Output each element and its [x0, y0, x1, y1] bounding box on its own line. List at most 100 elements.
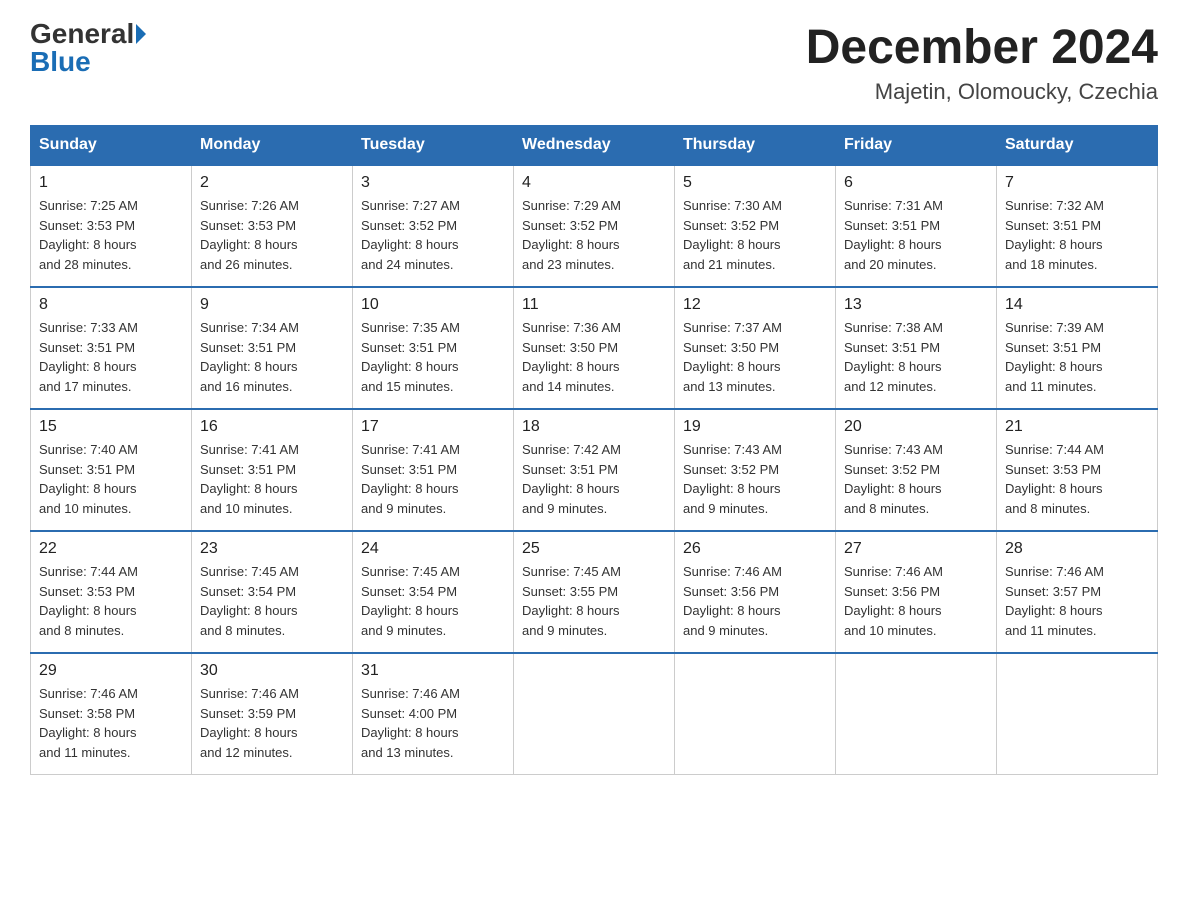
calendar-header-thursday: Thursday — [675, 126, 836, 166]
calendar-header-saturday: Saturday — [997, 126, 1158, 166]
calendar-header-friday: Friday — [836, 126, 997, 166]
day-number: 16 — [200, 418, 344, 436]
calendar-cell: 9 Sunrise: 7:34 AM Sunset: 3:51 PM Daylig… — [192, 287, 353, 409]
calendar-cell — [997, 653, 1158, 775]
calendar-header-tuesday: Tuesday — [353, 126, 514, 166]
day-info: Sunrise: 7:43 AM Sunset: 3:52 PM Dayligh… — [683, 440, 827, 518]
calendar-cell: 19 Sunrise: 7:43 AM Sunset: 3:52 PM Dayli… — [675, 409, 836, 531]
day-number: 25 — [522, 540, 666, 558]
calendar-header-row: SundayMondayTuesdayWednesdayThursdayFrid… — [31, 126, 1158, 166]
day-info: Sunrise: 7:41 AM Sunset: 3:51 PM Dayligh… — [200, 440, 344, 518]
day-number: 10 — [361, 296, 505, 314]
day-number: 14 — [1005, 296, 1149, 314]
day-number: 1 — [39, 174, 183, 192]
title-block: December 2024 Majetin, Olomoucky, Czechi… — [806, 20, 1158, 105]
day-info: Sunrise: 7:46 AM Sunset: 3:56 PM Dayligh… — [844, 562, 988, 640]
day-number: 27 — [844, 540, 988, 558]
day-info: Sunrise: 7:36 AM Sunset: 3:50 PM Dayligh… — [522, 318, 666, 396]
logo-blue-text: Blue — [30, 48, 91, 76]
day-info: Sunrise: 7:46 AM Sunset: 3:57 PM Dayligh… — [1005, 562, 1149, 640]
day-number: 6 — [844, 174, 988, 192]
calendar-header-wednesday: Wednesday — [514, 126, 675, 166]
calendar-cell: 10Sunrise: 7:35 AM Sunset: 3:51 PM Dayli… — [353, 287, 514, 409]
day-number: 18 — [522, 418, 666, 436]
calendar-cell: 31 Sunrise: 7:46 AM Sunset: 4:00 PM Dayli… — [353, 653, 514, 775]
calendar-header-monday: Monday — [192, 126, 353, 166]
logo: General Blue — [30, 20, 146, 76]
day-info: Sunrise: 7:41 AM Sunset: 3:51 PM Dayligh… — [361, 440, 505, 518]
calendar-table: SundayMondayTuesdayWednesdayThursdayFrid… — [30, 125, 1158, 775]
calendar-cell: 30Sunrise: 7:46 AM Sunset: 3:59 PM Dayli… — [192, 653, 353, 775]
calendar-cell: 13 Sunrise: 7:38 AM Sunset: 3:51 PM Dayli… — [836, 287, 997, 409]
logo-general-text: General — [30, 20, 134, 48]
day-info: Sunrise: 7:25 AM Sunset: 3:53 PM Dayligh… — [39, 196, 183, 274]
day-number: 3 — [361, 174, 505, 192]
day-info: Sunrise: 7:30 AM Sunset: 3:52 PM Dayligh… — [683, 196, 827, 274]
day-number: 5 — [683, 174, 827, 192]
day-number: 29 — [39, 662, 183, 680]
calendar-cell — [675, 653, 836, 775]
day-info: Sunrise: 7:38 AM Sunset: 3:51 PM Dayligh… — [844, 318, 988, 396]
calendar-cell: 3 Sunrise: 7:27 AM Sunset: 3:52 PM Daylig… — [353, 165, 514, 287]
day-number: 21 — [1005, 418, 1149, 436]
calendar-week-row: 1 Sunrise: 7:25 AM Sunset: 3:53 PM Daylig… — [31, 165, 1158, 287]
calendar-cell: 29Sunrise: 7:46 AM Sunset: 3:58 PM Dayli… — [31, 653, 192, 775]
day-info: Sunrise: 7:45 AM Sunset: 3:55 PM Dayligh… — [522, 562, 666, 640]
day-number: 9 — [200, 296, 344, 314]
day-info: Sunrise: 7:44 AM Sunset: 3:53 PM Dayligh… — [1005, 440, 1149, 518]
day-info: Sunrise: 7:45 AM Sunset: 3:54 PM Dayligh… — [200, 562, 344, 640]
calendar-cell: 22Sunrise: 7:44 AM Sunset: 3:53 PM Dayli… — [31, 531, 192, 653]
calendar-week-row: 8 Sunrise: 7:33 AM Sunset: 3:51 PM Daylig… — [31, 287, 1158, 409]
day-info: Sunrise: 7:26 AM Sunset: 3:53 PM Dayligh… — [200, 196, 344, 274]
calendar-cell: 16 Sunrise: 7:41 AM Sunset: 3:51 PM Dayli… — [192, 409, 353, 531]
day-info: Sunrise: 7:43 AM Sunset: 3:52 PM Dayligh… — [844, 440, 988, 518]
day-number: 15 — [39, 418, 183, 436]
calendar-cell: 15 Sunrise: 7:40 AM Sunset: 3:51 PM Dayli… — [31, 409, 192, 531]
calendar-cell: 23 Sunrise: 7:45 AM Sunset: 3:54 PM Dayli… — [192, 531, 353, 653]
calendar-cell: 20Sunrise: 7:43 AM Sunset: 3:52 PM Dayli… — [836, 409, 997, 531]
day-number: 17 — [361, 418, 505, 436]
day-info: Sunrise: 7:39 AM Sunset: 3:51 PM Dayligh… — [1005, 318, 1149, 396]
calendar-cell — [514, 653, 675, 775]
day-info: Sunrise: 7:46 AM Sunset: 3:56 PM Dayligh… — [683, 562, 827, 640]
calendar-cell: 12 Sunrise: 7:37 AM Sunset: 3:50 PM Dayli… — [675, 287, 836, 409]
day-info: Sunrise: 7:45 AM Sunset: 3:54 PM Dayligh… — [361, 562, 505, 640]
calendar-cell: 11 Sunrise: 7:36 AM Sunset: 3:50 PM Dayli… — [514, 287, 675, 409]
day-info: Sunrise: 7:33 AM Sunset: 3:51 PM Dayligh… — [39, 318, 183, 396]
day-number: 30 — [200, 662, 344, 680]
day-number: 23 — [200, 540, 344, 558]
day-info: Sunrise: 7:37 AM Sunset: 3:50 PM Dayligh… — [683, 318, 827, 396]
calendar-cell — [836, 653, 997, 775]
day-info: Sunrise: 7:27 AM Sunset: 3:52 PM Dayligh… — [361, 196, 505, 274]
day-number: 2 — [200, 174, 344, 192]
day-number: 7 — [1005, 174, 1149, 192]
day-info: Sunrise: 7:29 AM Sunset: 3:52 PM Dayligh… — [522, 196, 666, 274]
calendar-cell: 6Sunrise: 7:31 AM Sunset: 3:51 PM Daylig… — [836, 165, 997, 287]
page-header: General Blue December 2024 Majetin, Olom… — [30, 20, 1158, 105]
main-title: December 2024 — [806, 20, 1158, 75]
calendar-cell: 28Sunrise: 7:46 AM Sunset: 3:57 PM Dayli… — [997, 531, 1158, 653]
calendar-cell: 7 Sunrise: 7:32 AM Sunset: 3:51 PM Daylig… — [997, 165, 1158, 287]
day-number: 8 — [39, 296, 183, 314]
day-info: Sunrise: 7:42 AM Sunset: 3:51 PM Dayligh… — [522, 440, 666, 518]
day-info: Sunrise: 7:32 AM Sunset: 3:51 PM Dayligh… — [1005, 196, 1149, 274]
sub-title: Majetin, Olomoucky, Czechia — [806, 79, 1158, 105]
day-info: Sunrise: 7:46 AM Sunset: 4:00 PM Dayligh… — [361, 684, 505, 762]
day-number: 13 — [844, 296, 988, 314]
calendar-cell: 21 Sunrise: 7:44 AM Sunset: 3:53 PM Dayli… — [997, 409, 1158, 531]
calendar-cell: 14 Sunrise: 7:39 AM Sunset: 3:51 PM Dayli… — [997, 287, 1158, 409]
day-number: 31 — [361, 662, 505, 680]
day-info: Sunrise: 7:40 AM Sunset: 3:51 PM Dayligh… — [39, 440, 183, 518]
logo-arrow-icon — [136, 24, 146, 44]
day-info: Sunrise: 7:34 AM Sunset: 3:51 PM Dayligh… — [200, 318, 344, 396]
day-number: 19 — [683, 418, 827, 436]
calendar-cell: 4Sunrise: 7:29 AM Sunset: 3:52 PM Daylig… — [514, 165, 675, 287]
calendar-cell: 1 Sunrise: 7:25 AM Sunset: 3:53 PM Daylig… — [31, 165, 192, 287]
calendar-cell: 26Sunrise: 7:46 AM Sunset: 3:56 PM Dayli… — [675, 531, 836, 653]
calendar-week-row: 22Sunrise: 7:44 AM Sunset: 3:53 PM Dayli… — [31, 531, 1158, 653]
calendar-cell: 17 Sunrise: 7:41 AM Sunset: 3:51 PM Dayli… — [353, 409, 514, 531]
day-number: 12 — [683, 296, 827, 314]
day-number: 24 — [361, 540, 505, 558]
calendar-week-row: 29Sunrise: 7:46 AM Sunset: 3:58 PM Dayli… — [31, 653, 1158, 775]
day-number: 11 — [522, 296, 666, 314]
